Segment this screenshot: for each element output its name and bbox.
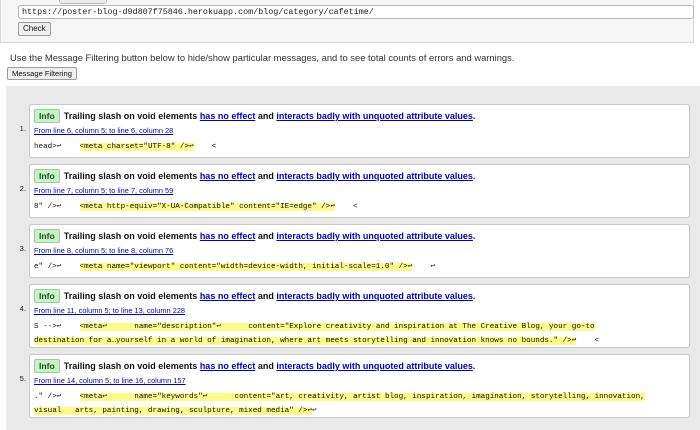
extract-post: < — [193, 143, 217, 151]
intro-text: Use the Message Filtering button below t… — [10, 52, 515, 63]
form-control-fragment[interactable] — [59, 0, 107, 4]
connector-text: and — [257, 231, 274, 241]
message-heading: Info Trailing slash on void elements has … — [34, 229, 475, 243]
interacts-badly-link[interactable]: interacts badly with unquoted attribute … — [276, 231, 473, 241]
extract-post: < — [334, 203, 358, 211]
period-text: . — [472, 361, 476, 371]
interacts-badly-link[interactable]: interacts badly with unquoted attribute … — [276, 291, 473, 301]
message-number: 5. — [19, 374, 26, 383]
message-number: 1. — [19, 124, 26, 133]
extract-post: ↩ — [412, 263, 436, 271]
period-text: . — [472, 291, 476, 301]
message-heading: Info Trailing slash on void elements has … — [34, 359, 475, 373]
extract-highlight: <meta http-equiv="X-UA-Compatible" conte… — [79, 203, 335, 211]
message-heading: Info Trailing slash on void elements has … — [34, 289, 475, 303]
message-filtering-button[interactable]: Message Filtering — [7, 67, 77, 80]
connector-text: and — [257, 361, 274, 371]
message-number: 3. — [19, 244, 26, 253]
check-form: https://poster-blog-d9d807f75846.herokua… — [0, 0, 694, 43]
extract-highlight: <meta name="viewport" content="width=dev… — [79, 263, 413, 271]
has-no-effect-link[interactable]: has no effect — [200, 231, 256, 241]
connector-text: and — [257, 291, 274, 301]
check-button[interactable]: Check — [18, 22, 51, 36]
connector-text: and — [257, 111, 274, 121]
location-link[interactable]: From line 11, column 5; to line 13, colu… — [34, 306, 185, 315]
interacts-badly-link[interactable]: interacts badly with unquoted attribute … — [276, 171, 473, 181]
message-heading: Info Trailing slash on void elements has … — [34, 169, 475, 183]
period-text: . — [472, 171, 476, 181]
extract-post: < — [576, 337, 600, 345]
message-item: Info Trailing slash on void elements has … — [29, 354, 690, 418]
has-no-effect-link[interactable]: has no effect — [200, 291, 256, 301]
message-title: Trailing slash on void elements — [63, 291, 198, 301]
extract-line: S -->↩ <meta↩ name="description"↩ conten… — [34, 321, 595, 333]
period-text: . — [472, 111, 476, 121]
location-link[interactable]: From line 6, column 5; to line 6, column… — [34, 126, 173, 135]
info-badge: Info — [34, 289, 60, 303]
info-badge: Info — [34, 169, 60, 183]
extract-pre: S -->↩ — [34, 323, 80, 331]
location-link[interactable]: From line 8, column 5; to line 8, column… — [34, 246, 173, 255]
extract-pre: e" />↩ — [34, 263, 80, 271]
has-no-effect-link[interactable]: has no effect — [200, 361, 256, 371]
message-number: 4. — [19, 304, 26, 313]
extract-line: ." />↩ <meta↩ name="keywords"↩ content="… — [34, 391, 645, 403]
extract-post: ↩ — [312, 407, 317, 415]
connector-text: and — [257, 171, 274, 181]
message-title: Trailing slash on void elements — [63, 231, 198, 241]
message-number: 2. — [19, 184, 26, 193]
extract-highlight: visual arts, painting, drawing, sculptur… — [34, 407, 312, 415]
message-title: Trailing slash on void elements — [63, 171, 198, 181]
extract-line: head>↩ <meta charset="UTF-8" />↩ < — [34, 141, 216, 153]
extract-line: destination for a…yourself in a world of… — [34, 335, 599, 347]
info-badge: Info — [34, 109, 60, 123]
location-link[interactable]: From line 14, column 5; to line 16, colu… — [34, 376, 186, 385]
info-badge: Info — [34, 359, 60, 373]
interacts-badly-link[interactable]: interacts badly with unquoted attribute … — [276, 361, 473, 371]
extract-pre: 8" />↩ — [34, 203, 80, 211]
message-item: Info Trailing slash on void elements has … — [29, 164, 690, 218]
has-no-effect-link[interactable]: has no effect — [200, 171, 256, 181]
extract-pre: head>↩ — [34, 143, 80, 151]
message-item: Info Trailing slash on void elements has … — [29, 284, 690, 348]
has-no-effect-link[interactable]: has no effect — [200, 111, 256, 121]
location-link[interactable]: From line 7, column 5; to line 7, column… — [34, 186, 173, 195]
period-text: . — [472, 231, 476, 241]
message-item: Info Trailing slash on void elements has … — [29, 224, 690, 278]
extract-line: 8" />↩ <meta http-equiv="X-UA-Compatible… — [34, 201, 358, 213]
message-item: Info Trailing slash on void elements has … — [29, 104, 690, 158]
extract-highlight: <meta↩ name="description"↩ content="Expl… — [79, 323, 595, 331]
extract-line: visual arts, painting, drawing, sculptur… — [34, 405, 317, 417]
extract-highlight: <meta charset="UTF-8" />↩ — [79, 143, 194, 151]
extract-highlight: <meta↩ name="keywords"↩ content="art, cr… — [79, 393, 645, 401]
extract-pre: ." />↩ — [34, 393, 80, 401]
extract-line: e" />↩ <meta name="viewport" content="wi… — [34, 261, 435, 273]
info-badge: Info — [34, 229, 60, 243]
extract-highlight: destination for a…yourself in a world of… — [34, 337, 577, 345]
message-title: Trailing slash on void elements — [63, 361, 198, 371]
interacts-badly-link[interactable]: interacts badly with unquoted attribute … — [276, 111, 473, 121]
url-input[interactable]: https://poster-blog-d9d807f75846.herokua… — [18, 5, 694, 19]
message-heading: Info Trailing slash on void elements has … — [34, 109, 475, 123]
message-title: Trailing slash on void elements — [63, 111, 198, 121]
